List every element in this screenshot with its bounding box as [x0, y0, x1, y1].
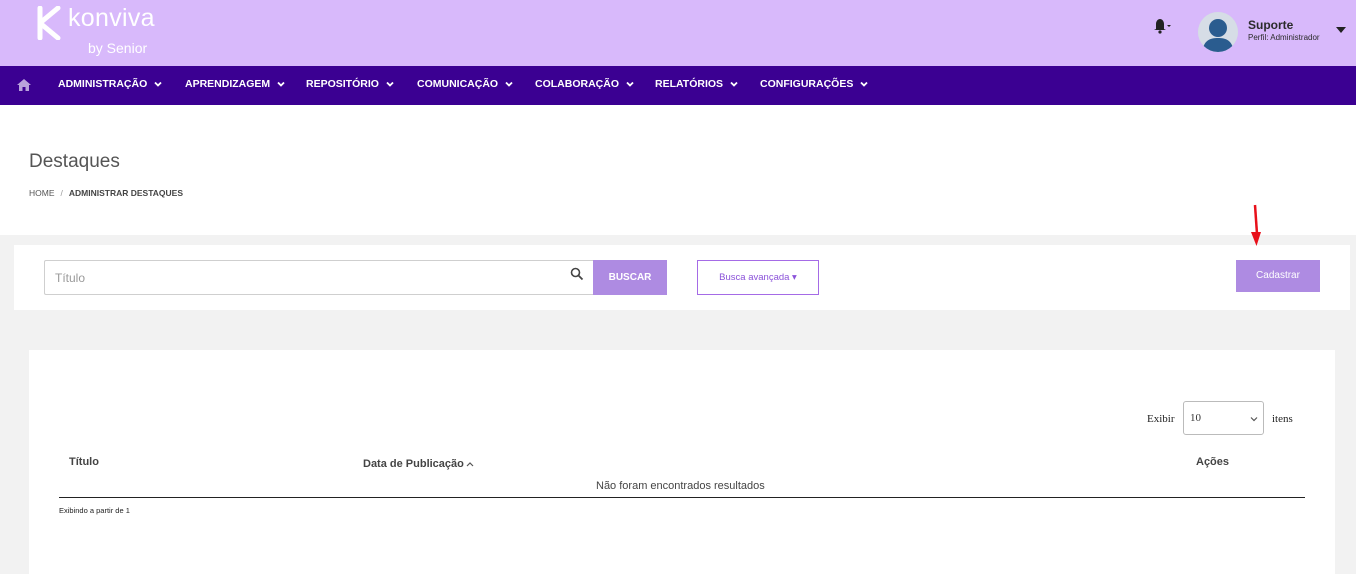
main-nav: ADMINISTRAÇÃO APRENDIZAGEM REPOSITÓRIO C… — [0, 66, 1356, 105]
breadcrumb-home[interactable]: HOME — [29, 188, 55, 198]
buscar-button[interactable]: BUSCAR — [593, 260, 667, 295]
column-header-data-publicacao[interactable]: Data de Publicação — [363, 458, 464, 470]
column-header-acoes: Ações — [1196, 456, 1230, 468]
user-menu-caret-icon[interactable] — [1336, 27, 1346, 33]
search-icon[interactable] — [570, 267, 584, 281]
results-panel — [29, 350, 1335, 574]
nav-item-colaboracao[interactable]: COLABORAÇÃO — [535, 66, 635, 105]
page-size-value: 10 — [1190, 412, 1201, 424]
nav-item-label: REPOSITÓRIO — [306, 78, 379, 90]
empty-results-message: Não foram encontrados resultados — [596, 480, 765, 492]
title-band — [0, 105, 1356, 235]
nav-item-label: COLABORAÇÃO — [535, 78, 619, 90]
page-size-suffix: itens — [1272, 413, 1293, 425]
user-avatar-icon — [1198, 12, 1238, 52]
chevron-down-icon — [505, 82, 513, 87]
chevron-down-icon — [1250, 417, 1258, 422]
user-name[interactable]: Suporte — [1248, 18, 1293, 32]
red-arrow-annotation-icon — [1251, 204, 1261, 246]
nav-item-comunicacao[interactable]: COMUNICAÇÃO — [417, 66, 514, 105]
chevron-down-icon — [730, 82, 738, 87]
chevron-down-icon — [277, 82, 285, 87]
nav-item-label: RELATÓRIOS — [655, 78, 724, 90]
breadcrumb: HOME / ADMINISTRAR DESTAQUES — [29, 188, 183, 198]
breadcrumb-current: ADMINISTRAR DESTAQUES — [68, 188, 183, 198]
pager-info: Exibindo a partir de 1 — [59, 506, 130, 515]
advanced-search-button[interactable]: Busca avançada ▾ — [697, 260, 819, 295]
nav-item-repositorio[interactable]: REPOSITÓRIO — [306, 66, 395, 105]
nav-item-label: APRENDIZAGEM — [185, 78, 271, 90]
nav-item-label: ADMINISTRAÇÃO — [58, 78, 148, 90]
konviva-logo-icon — [37, 6, 61, 40]
nav-item-relatorios[interactable]: RELATÓRIOS — [655, 66, 739, 105]
chevron-down-icon — [386, 82, 394, 87]
chevron-down-icon — [860, 82, 868, 87]
sort-ascending-icon[interactable] — [466, 461, 474, 467]
logo-wordmark: konviva — [68, 4, 155, 32]
nav-item-configuracoes[interactable]: CONFIGURAÇÕES — [760, 66, 869, 105]
title-search-input[interactable] — [44, 260, 593, 295]
user-role: Perfil: Administrador — [1248, 33, 1320, 42]
cadastrar-button[interactable]: Cadastrar — [1236, 260, 1320, 292]
logo-subtitle: by Senior — [88, 40, 148, 56]
breadcrumb-separator: / — [60, 188, 63, 198]
konviva-logo[interactable]: konviva by Senior — [36, 4, 176, 58]
column-header-titulo[interactable]: Título — [69, 456, 99, 468]
chevron-down-icon — [154, 82, 162, 87]
chevron-down-icon — [626, 82, 634, 87]
nav-item-administracao[interactable]: ADMINISTRAÇÃO — [58, 66, 163, 105]
page-title: Destaques — [29, 151, 120, 172]
user-avatar[interactable] — [1198, 12, 1238, 52]
page-size-select[interactable]: 10 — [1183, 401, 1264, 435]
nav-item-label: CONFIGURAÇÕES — [760, 78, 854, 90]
top-header: konviva by Senior Suporte Perfil: Admini… — [0, 0, 1356, 66]
page-size-label: Exibir — [1147, 413, 1175, 425]
notifications-bell-icon[interactable] — [1150, 16, 1172, 34]
nav-item-label: COMUNICAÇÃO — [417, 78, 499, 90]
home-icon[interactable] — [16, 78, 32, 92]
nav-item-aprendizagem[interactable]: APRENDIZAGEM — [185, 66, 286, 105]
table-divider — [59, 497, 1305, 498]
